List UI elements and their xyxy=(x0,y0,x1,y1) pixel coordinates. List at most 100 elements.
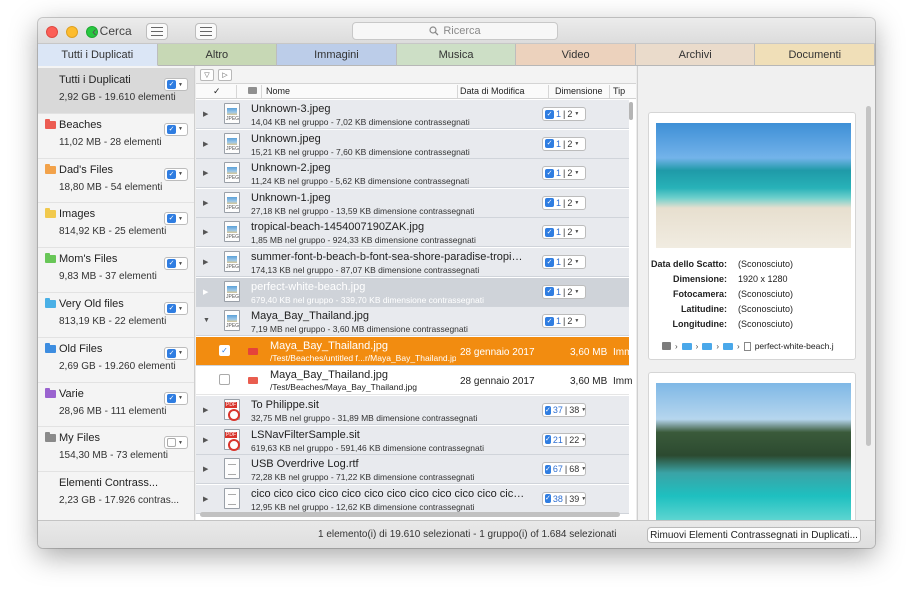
group-row[interactable]: ▶ JPEG perfect-white-beach.jpg 679,40 KB ne… xyxy=(196,277,629,307)
disclosure-closed-icon[interactable]: ▶ xyxy=(203,406,208,414)
mark-selector[interactable]: ✓ ▼ xyxy=(164,257,188,271)
tab-3[interactable]: Musica xyxy=(396,44,517,66)
mark-selector[interactable]: ▼ xyxy=(164,436,188,450)
mark-selector[interactable]: ✓ ▼ xyxy=(164,302,188,315)
group-mark-selector[interactable]: ✓ 38 | 39 ▼ xyxy=(542,491,586,506)
sidebar-item[interactable]: Beaches 11,02 MB - 28 elementi ✓ ▼ xyxy=(38,113,194,158)
tab-4[interactable]: Video xyxy=(516,44,636,66)
tab-5[interactable]: Archivi xyxy=(635,44,756,66)
sidebar-item[interactable]: Images 814,92 KB - 25 elementi ✓ ▼ xyxy=(38,202,194,247)
disclosure-closed-icon[interactable]: ▶ xyxy=(203,169,208,177)
disclosure-closed-icon[interactable]: ▶ xyxy=(203,140,208,148)
disclosure-closed-icon[interactable]: ▶ xyxy=(203,436,208,444)
group-row[interactable]: ▶ PDF LSNavFilterSample.sit 619,63 KB nel g… xyxy=(196,425,629,455)
file-row[interactable]: Maya_Bay_Thailand.jpg/Test/Beaches/Maya_… xyxy=(196,366,632,396)
column-date[interactable]: Data di Modifica xyxy=(460,86,525,96)
disclosure-open-icon[interactable]: ▼ xyxy=(203,317,210,324)
group-mark-selector[interactable]: ✓ 1 | 2 ▼ xyxy=(542,136,586,151)
group-row[interactable]: ▶ PDF To Philippe.sit 32,75 MB nel gruppo -… xyxy=(196,396,629,425)
group-mark-selector[interactable]: ✓ 1 | 2 ▼ xyxy=(542,255,586,269)
group-row[interactable]: ▶ JPEG Unknown-2.jpeg 11,24 KB nel gruppo -… xyxy=(196,159,629,189)
sidebar-item[interactable]: Mom's Files 9,83 MB - 37 elementi ✓ ▼ xyxy=(38,247,194,292)
group-row[interactable]: ▼ JPEG Maya_Bay_Thailand.jpg 7,19 MB nel gr… xyxy=(196,307,629,337)
sidebar-item[interactable]: Old Files 2,69 GB - 19.260 elementi ✓ ▼ xyxy=(38,337,194,382)
collapse-all-button[interactable]: ▽ xyxy=(200,69,214,81)
group-mark-selector[interactable]: ✓ 37 | 38 ▼ xyxy=(542,403,586,417)
chevron-right-icon: › xyxy=(737,341,740,351)
group-row[interactable]: ▶ JPEG Unknown-1.jpeg 27,18 KB nel gruppo -… xyxy=(196,188,629,218)
tab-6[interactable]: Documenti xyxy=(755,44,875,66)
group-row[interactable]: ▶ USB Overdrive Log.rtf 72,28 KB nel grupp… xyxy=(196,455,629,485)
total-count: 2 xyxy=(567,227,573,238)
group-mark-selector[interactable]: ✓ 1 | 2 ▼ xyxy=(542,225,586,240)
list-vertical-scrollbar[interactable] xyxy=(628,100,634,516)
mark-selector[interactable]: ✓ ▼ xyxy=(164,78,188,91)
group-row[interactable]: ▶ JPEG summer-font-b-beach-b-font-sea-shor… xyxy=(196,248,629,277)
close-window-button[interactable] xyxy=(46,26,58,38)
minimize-window-button[interactable] xyxy=(66,26,78,38)
tab-0[interactable]: Tutti i Duplicati xyxy=(38,44,158,66)
group-mark-selector[interactable]: ✓ 1 | 2 ▼ xyxy=(542,107,586,121)
sidebar-item[interactable]: Varie 28,96 MB - 111 elementi ✓ ▼ xyxy=(38,382,194,427)
preview-card: Data dello Scatto: (Sconosciuto) Dimension… xyxy=(648,112,856,360)
disclosure-closed-icon[interactable]: ▶ xyxy=(203,110,208,118)
check-column-icon[interactable]: ✓ xyxy=(213,86,221,97)
group-size-info: 72,28 KB nel gruppo - 71,22 KB dimension… xyxy=(251,472,475,483)
tab-1[interactable]: Altro xyxy=(157,44,278,66)
group-mark-selector[interactable]: ✓ 1 | 2 ▼ xyxy=(542,314,586,329)
list-view-button[interactable] xyxy=(146,23,168,40)
total-count: 2 xyxy=(567,286,573,297)
file-checkbox[interactable]: ✓ xyxy=(219,344,230,356)
folder-column-icon[interactable] xyxy=(248,87,257,94)
checkbox-checked-icon: ✓ xyxy=(167,80,176,89)
group-mark-selector[interactable]: ✓ 1 | 2 ▼ xyxy=(542,284,586,299)
group-row[interactable]: ▶ cico cico cico cico cico cico cico cico… xyxy=(196,484,629,514)
disclosure-closed-icon[interactable]: ▶ xyxy=(203,465,208,473)
file-row[interactable]: ✓ Maya_Bay_Thailand.jpg/Test/Beaches/unti… xyxy=(196,336,632,366)
mark-selector[interactable]: ✓ ▼ xyxy=(164,391,188,405)
count-separator: | xyxy=(564,405,568,415)
group-row[interactable]: ▶ JPEG tropical-beach-1454007190ZAK.jpg 1,8… xyxy=(196,218,629,248)
checkbox-checked-icon: ✓ xyxy=(545,109,554,119)
group-mark-selector[interactable]: ✓ 1 | 2 ▼ xyxy=(542,166,586,181)
file-checkbox[interactable] xyxy=(219,374,230,386)
sidebar-item[interactable]: Very Old files 813,19 KB - 22 elementi ✓ ▼ xyxy=(38,292,194,337)
count-separator: | xyxy=(563,138,566,149)
dropdown-arrow-icon: ▼ xyxy=(178,395,183,402)
sidebar-item[interactable]: Elementi Contrass... 2,23 GB - 17.926 con… xyxy=(38,471,194,516)
remove-marked-button[interactable]: Rimuovi Elementi Contrassegnati in Dupli… xyxy=(647,527,861,543)
column-name[interactable]: Nome xyxy=(266,86,290,96)
mark-selector[interactable]: ✓ ▼ xyxy=(164,122,188,136)
group-mark-selector[interactable]: ✓ 21 | 22 ▼ xyxy=(542,432,586,447)
group-mark-selector[interactable]: ✓ 67 | 68 ▼ xyxy=(542,462,586,477)
mark-selector[interactable]: ✓ ▼ xyxy=(164,212,188,226)
back-button[interactable]: ‹ Cerca xyxy=(92,23,132,39)
mark-selector[interactable]: ✓ ▼ xyxy=(164,167,188,181)
sidebar-item[interactable]: My Files 154,30 MB - 73 elementi ▼ xyxy=(38,426,194,471)
column-size[interactable]: Dimensione xyxy=(555,86,603,96)
disclosure-closed-icon[interactable]: ▶ xyxy=(203,228,208,236)
disclosure-closed-icon[interactable]: ▶ xyxy=(203,495,208,503)
sidebar-item[interactable]: Tutti i Duplicati 2,92 GB - 19.610 elemen… xyxy=(38,68,194,113)
tab-2[interactable]: Immagini xyxy=(277,44,397,66)
sidebar-item[interactable]: Dad's Files 18,80 MB - 54 elementi ✓ ▼ xyxy=(38,158,194,203)
search-input[interactable]: Ricerca xyxy=(352,22,558,40)
list-horizontal-scrollbar[interactable] xyxy=(200,512,620,517)
scroll-thumb[interactable] xyxy=(629,102,633,120)
group-row[interactable]: ▶ JPEG Unknown.jpeg 15,21 KB nel gruppo - 7… xyxy=(196,129,629,159)
group-mark-selector[interactable]: ✓ 1 | 2 ▼ xyxy=(542,195,586,210)
column-type[interactable]: Tip xyxy=(613,86,625,96)
mark-selector[interactable]: ✓ ▼ xyxy=(164,346,188,360)
group-row[interactable]: ▶ JPEG Unknown-3.jpeg 14,04 KB nel gruppo -… xyxy=(196,100,629,129)
preview-view-button[interactable] xyxy=(195,23,217,40)
disclosure-closed-icon[interactable]: ▶ xyxy=(203,258,208,266)
expand-all-button[interactable]: ▷ xyxy=(218,69,232,81)
marked-count: 1 xyxy=(556,316,562,327)
disclosure-closed-icon[interactable]: ▶ xyxy=(203,199,208,207)
preview-scrollbar[interactable] xyxy=(866,106,871,446)
folder-icon xyxy=(45,118,56,129)
group-file-name: Unknown-3.jpeg xyxy=(251,103,331,115)
disclosure-closed-icon[interactable]: ▶ xyxy=(203,288,208,296)
sidebar-item-stats: 18,80 MB - 54 elementi xyxy=(59,181,163,193)
column-separator xyxy=(261,85,262,98)
